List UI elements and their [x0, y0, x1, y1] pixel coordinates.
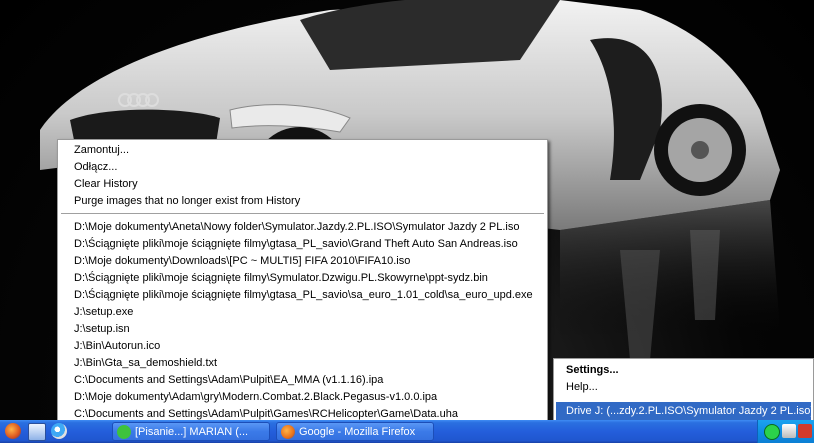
system-tray: [757, 420, 814, 443]
context-menu: Zamontuj... Odłącz... Clear History Purg…: [57, 139, 548, 424]
tray-menu-help[interactable]: Help...: [566, 379, 598, 395]
history-item[interactable]: D:\Ściągnięte pliki\moje ściągnięte film…: [74, 287, 533, 303]
taskbar-button-label: Google - Mozilla Firefox: [299, 426, 416, 438]
history-item[interactable]: J:\setup.exe: [74, 304, 133, 320]
tray-menu-drive-item[interactable]: Drive J: (...zdy.2.PL.ISO\Symulator Jazd…: [556, 402, 811, 421]
menu-separator: [61, 213, 544, 215]
menu-item-mount[interactable]: Zamontuj...: [74, 142, 129, 158]
taskbar: [Pisanie...] MARIAN (... Google - Mozill…: [0, 420, 814, 443]
history-item[interactable]: D:\Ściągnięte pliki\moje ściągnięte film…: [74, 270, 488, 286]
history-item[interactable]: D:\Moje dokumenty\Downloads\[PC ~ MULTI5…: [74, 253, 410, 269]
tray-menu-settings[interactable]: Settings...: [566, 362, 619, 378]
history-item[interactable]: J:\Bin\Autorun.ico: [74, 338, 160, 354]
history-item[interactable]: C:\Documents and Settings\Adam\Pulpit\EA…: [74, 372, 383, 388]
tray-menu: Settings... Help... Drive J: (...zdy.2.P…: [553, 358, 814, 423]
show-desktop-icon[interactable]: [28, 423, 46, 441]
green-status-icon[interactable]: [764, 424, 780, 440]
security-icon[interactable]: [798, 424, 812, 438]
history-item[interactable]: D:\Ściągnięte pliki\moje ściągnięte film…: [74, 236, 518, 252]
history-item[interactable]: D:\Moje dokumenty\Adam\gry\Modern.Combat…: [74, 389, 437, 405]
browser-quicklaunch-icon[interactable]: [51, 423, 67, 439]
network-icon[interactable]: [782, 424, 796, 438]
history-item[interactable]: J:\Bin\Gta_sa_demoshield.txt: [74, 355, 217, 371]
taskbar-button-label: [Pisanie...] MARIAN (...: [135, 426, 249, 438]
history-item[interactable]: J:\setup.isn: [74, 321, 130, 337]
menu-item-clear-history[interactable]: Clear History: [74, 176, 138, 192]
firefox-quicklaunch-icon[interactable]: [5, 423, 21, 439]
messenger-icon: [117, 425, 131, 439]
history-item[interactable]: D:\Moje dokumenty\Aneta\Nowy folder\Symu…: [74, 219, 520, 235]
menu-item-purge-history[interactable]: Purge images that no longer exist from H…: [74, 193, 300, 209]
taskbar-button-firefox[interactable]: Google - Mozilla Firefox: [276, 422, 434, 441]
firefox-icon: [281, 425, 295, 439]
taskbar-button-messenger[interactable]: [Pisanie...] MARIAN (...: [112, 422, 270, 441]
menu-item-unmount[interactable]: Odłącz...: [74, 159, 117, 175]
